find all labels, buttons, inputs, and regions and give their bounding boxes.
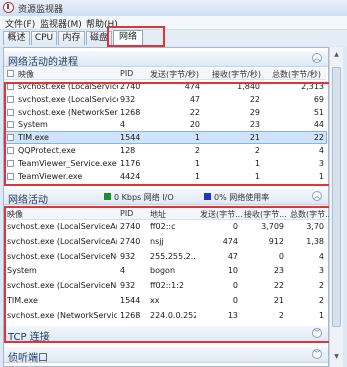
collapse-icon[interactable]: ︿	[312, 191, 322, 201]
listen-section-title: 侦听端口	[8, 353, 48, 364]
scroll-up-icon[interactable]: ▲	[332, 50, 341, 59]
network-io-label: 0 Kbps 网络 I/O	[114, 193, 174, 202]
processes-section-header[interactable]: 网络活动的进程 ︿	[4, 51, 328, 68]
vertical-scrollbar[interactable]: ▲ ▼	[329, 47, 343, 367]
tab-highlight-box	[107, 26, 165, 47]
collapse-icon[interactable]: ︿	[312, 53, 322, 63]
scroll-down-icon[interactable]: ▼	[332, 352, 341, 361]
window-title: 资源监视器	[18, 5, 64, 15]
col-pid[interactable]: PID	[120, 69, 133, 78]
select-all-checkbox[interactable]	[7, 70, 14, 77]
col-send[interactable]: 发送(字节/秒)	[150, 69, 199, 80]
tab-strip: 概述 CPU 内存 磁盘 网络	[0, 30, 347, 46]
network-usage-label: 0% 网络使用率	[214, 193, 270, 202]
tab-overview[interactable]: 概述	[3, 31, 30, 45]
resource-monitor-icon	[3, 2, 14, 13]
listen-section-header[interactable]: 侦听端口 ﹀	[4, 347, 328, 364]
processes-column-header: 映像 PID 发送(字节/秒) 接收(字节/秒) 总数(字节/秒)	[4, 68, 326, 80]
scroll-thumb[interactable]	[332, 67, 341, 327]
menu-file[interactable]: 文件(F)	[5, 17, 35, 30]
network-io-legend-icon	[104, 193, 111, 200]
expand-icon[interactable]: ﹀	[312, 349, 322, 359]
col-image[interactable]: 映像	[18, 69, 34, 80]
tab-cpu[interactable]: CPU	[31, 31, 57, 45]
tab-memory[interactable]: 内存	[58, 31, 85, 45]
col-recv[interactable]: 接收(字节/秒)	[212, 69, 261, 80]
network-table-highlight-box	[4, 206, 331, 343]
processes-section-title: 网络活动的进程	[8, 57, 78, 68]
title-bar: 资源监视器	[0, 0, 347, 16]
menu-monitor[interactable]: 监视器(M)	[40, 17, 82, 30]
network-section-title: 网络活动	[8, 195, 48, 206]
menu-bar: 文件(F) 监视器(M) 帮助(H)	[0, 16, 347, 30]
col-total[interactable]: 总数(字节/秒)	[272, 69, 321, 80]
process-table-highlight-box	[4, 82, 331, 186]
network-usage-legend-icon	[204, 193, 211, 200]
network-section-header[interactable]: 网络活动 0 Kbps 网络 I/O 0% 网络使用率 ︿	[4, 189, 328, 206]
